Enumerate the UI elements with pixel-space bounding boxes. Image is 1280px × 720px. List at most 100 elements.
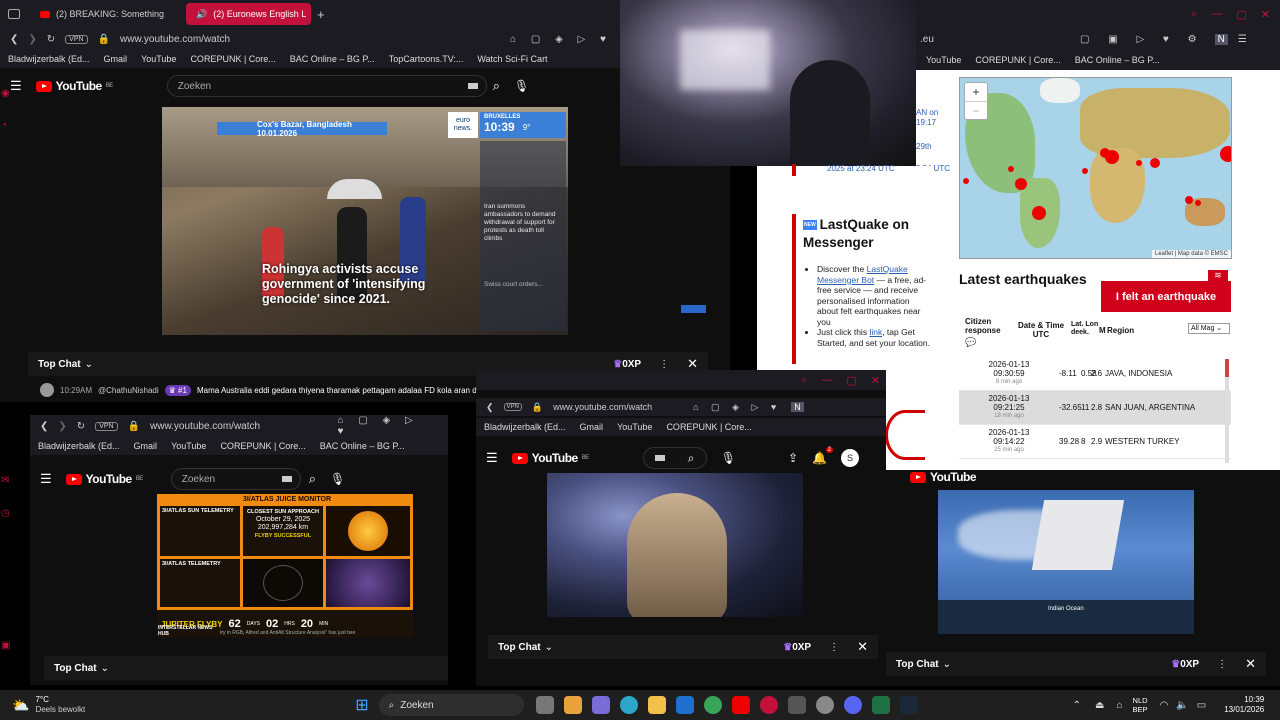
chevron-down-icon[interactable]: ⌄ — [101, 663, 109, 674]
battery-icon[interactable]: ▭ — [1197, 700, 1206, 711]
youtube-logo[interactable]: YouTube BE — [35, 79, 113, 93]
table-row[interactable]: 2026-01-13 09:21:25 18 min ago -32.65 11… — [959, 391, 1231, 425]
bookmark-youtube[interactable]: YouTube — [171, 441, 206, 451]
bookmark-bac[interactable]: BAC Online – BG P... — [290, 54, 375, 64]
taskbar-search[interactable]: ⌕ Zoeken — [378, 694, 524, 716]
url-text[interactable]: www.youtube.com/watch — [120, 34, 500, 45]
teams-icon[interactable] — [591, 696, 610, 714]
bookmark-gmail[interactable]: Gmail — [580, 422, 604, 432]
forward-icon[interactable]: ❯ — [28, 34, 36, 45]
reload-icon[interactable]: ↻ — [47, 34, 55, 45]
toolbar-icons[interactable]: ⌂ ▢ ◈ ▷ ♥ — [510, 34, 612, 45]
bookmark-folder[interactable]: Bladwijzerbalk (Ed... — [484, 422, 566, 432]
vpn-badge[interactable]: VPN — [503, 403, 522, 411]
youtube-icon[interactable] — [731, 696, 750, 714]
opera-icon[interactable] — [759, 696, 778, 714]
quake-marker[interactable] — [1185, 196, 1193, 204]
top-chat-label[interactable]: Top Chat — [896, 659, 939, 670]
notifications-icon[interactable]: 🔔 2 — [812, 447, 833, 465]
table-row[interactable]: 2026-01-13 09:30:59 8 min ago -8.11 0.58… — [959, 357, 1231, 391]
video-player[interactable] — [547, 473, 803, 617]
usb-icon[interactable]: ⏏ — [1095, 700, 1104, 711]
profile-icon[interactable]: N — [791, 402, 804, 412]
microphone-icon[interactable]: 🎙 — [514, 79, 529, 93]
tab-euronews[interactable]: 🔊 (2) Euronews English L — [186, 3, 311, 25]
avatar[interactable]: S — [840, 449, 859, 467]
bookmark-bac[interactable]: BAC Online – BG P... — [320, 441, 405, 451]
bookmark-corepunk[interactable]: COREPUNK | Core... — [220, 441, 305, 451]
search-input[interactable]: Zoeken — [170, 468, 301, 490]
click-link[interactable]: link — [869, 327, 882, 337]
top-chat-label[interactable]: Top Chat — [498, 642, 541, 653]
window-icon[interactable] — [8, 9, 20, 19]
keyboard-icon[interactable] — [281, 476, 292, 482]
toolbar-icons[interactable]: ⌂ ▢ ◈ ▷ ♥ — [338, 415, 439, 437]
quake-marker[interactable] — [963, 178, 969, 184]
search-icon[interactable]: ⌕ — [309, 471, 316, 487]
start-icon[interactable]: ⊞ — [355, 695, 368, 715]
network-icon[interactable]: ⌂ — [1117, 700, 1123, 711]
xp-badge[interactable]: ♛0XP — [1171, 659, 1199, 670]
language-indicator[interactable]: NLD BEP — [1133, 696, 1148, 714]
microphone-icon[interactable]: 🎙 — [721, 451, 736, 465]
bookmark-topcartoons[interactable]: TopCartoons.TV:... — [389, 54, 464, 64]
search-icon[interactable]: ⌕ — [1191, 8, 1197, 21]
quake-marker[interactable] — [1032, 206, 1046, 220]
minimize-icon[interactable]: — — [1211, 8, 1222, 20]
scrollbar[interactable] — [1225, 359, 1229, 463]
search-icon[interactable]: ⌕ — [801, 374, 807, 387]
weather-icon[interactable]: ⛅ — [12, 697, 29, 714]
close-icon[interactable]: ✕ — [871, 374, 880, 387]
menu-icon[interactable]: ☰ — [486, 450, 498, 466]
chevron-down-icon[interactable]: ⌄ — [545, 642, 553, 653]
close-icon[interactable]: ✕ — [1245, 656, 1256, 672]
mag-filter-select[interactable]: All Mag ⌄ — [1188, 323, 1230, 334]
bookmark-youtube[interactable]: YouTube — [617, 422, 652, 432]
bookmark-youtube[interactable]: YouTube — [141, 54, 176, 64]
url-partial[interactable]: .eu — [920, 34, 1070, 45]
calculator-icon[interactable] — [787, 696, 806, 714]
quake-marker[interactable] — [1150, 158, 1160, 168]
video-player[interactable]: Indian Ocean — [938, 490, 1194, 634]
youtube-logo[interactable]: YouTube — [910, 470, 977, 484]
forward-icon[interactable]: ❯ — [58, 421, 66, 432]
chevron-down-icon[interactable]: ⌄ — [85, 359, 93, 370]
minimize-icon[interactable]: — — [821, 374, 832, 386]
close-icon[interactable]: ✕ — [1261, 8, 1270, 21]
vpn-badge[interactable]: VPN — [95, 421, 118, 431]
bookmark-corepunk[interactable]: COREPUNK | Core... — [975, 55, 1060, 65]
back-icon[interactable]: ❮ — [40, 421, 48, 432]
video-player[interactable]: 3I/ATLAS JUICE MONITOR 3I/ATLAS SUN TELE… — [157, 494, 413, 638]
xp-badge[interactable]: ♛0XP — [613, 359, 641, 370]
zoom-in-button[interactable]: + — [965, 83, 987, 102]
microphone-icon[interactable]: 🎙 — [330, 472, 345, 486]
sidebar-icon[interactable]: ▣ — [1, 640, 10, 651]
menu-icon[interactable]: ☰ — [1238, 34, 1247, 45]
youtube-logo[interactable]: YouTube BE — [65, 472, 143, 486]
back-icon[interactable]: ❮ — [10, 34, 18, 45]
table-row[interactable]: 2026-01-13 — [959, 459, 1231, 469]
table-row[interactable]: 2026-01-13 09:14:22 25 min ago 39.28 8 2… — [959, 425, 1231, 459]
bookmark-folder[interactable]: Bladwijzerbalk (Ed... — [38, 441, 120, 451]
url-text[interactable]: www.youtube.com/watch — [150, 421, 327, 432]
search-icon[interactable]: ⌕ — [688, 451, 695, 466]
chat-user[interactable]: @ChathuNishadi — [98, 386, 159, 395]
bookmark-corepunk[interactable]: COREPUNK | Core... — [666, 422, 751, 432]
quake-marker[interactable] — [1015, 178, 1027, 190]
xp-badge[interactable]: ♛0XP — [783, 642, 811, 653]
edge-icon[interactable] — [619, 696, 638, 714]
close-icon[interactable]: ✕ — [857, 639, 868, 655]
top-chat-label[interactable]: Top Chat — [54, 663, 97, 674]
weather-widget[interactable]: 7°C Deels bewolkt — [35, 695, 85, 715]
bookmark-youtube[interactable]: YouTube — [926, 55, 961, 65]
quake-marker[interactable] — [1195, 200, 1201, 206]
menu-icon[interactable]: ☰ — [40, 471, 52, 487]
keyboard-icon[interactable] — [467, 83, 478, 89]
steam-icon[interactable] — [899, 696, 918, 714]
more-icon[interactable]: ⋮ — [829, 642, 839, 653]
profile-icon[interactable]: N — [1214, 33, 1228, 45]
bookmark-corepunk[interactable]: COREPUNK | Core... — [190, 54, 275, 64]
reload-icon[interactable]: ↻ — [77, 421, 85, 432]
clock[interactable]: 10:39 13/01/2026 — [1224, 695, 1264, 715]
bookmark-bac[interactable]: BAC Online – BG P... — [1075, 55, 1160, 65]
